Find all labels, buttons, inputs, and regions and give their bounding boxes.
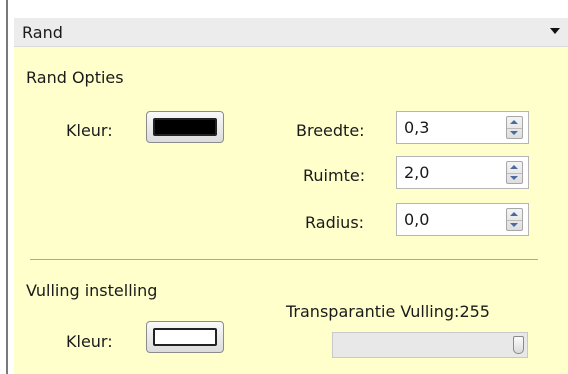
- ruimte-spin-buttons: [506, 161, 523, 184]
- breedte-value: 0,3: [404, 118, 430, 137]
- rand-panel-header[interactable]: Rand: [14, 18, 568, 47]
- spin-up-icon: [510, 212, 518, 216]
- ruimte-decrement-button[interactable]: [507, 173, 522, 184]
- rand-opties-title: Rand Opties: [26, 68, 124, 87]
- ruimte-label: Ruimte:: [303, 166, 366, 185]
- radius-value: 0,0: [404, 210, 430, 229]
- collapse-arrow-icon[interactable]: [550, 28, 560, 34]
- vulling-color-button[interactable]: [146, 321, 224, 353]
- spin-up-icon: [510, 120, 518, 124]
- radius-spinbox[interactable]: 0,0: [396, 203, 529, 236]
- radius-spin-buttons: [506, 208, 523, 231]
- panel-title: Rand: [22, 23, 63, 42]
- radius-decrement-button[interactable]: [507, 220, 522, 231]
- rand-color-swatch: [153, 118, 217, 136]
- vulling-kleur-label: Kleur:: [66, 332, 113, 351]
- breedte-spinbox[interactable]: 0,3: [396, 111, 529, 144]
- transparantie-slider[interactable]: [332, 332, 528, 358]
- breedte-label: Breedte:: [296, 121, 365, 140]
- vulling-instelling-title: Vulling instelling: [26, 281, 158, 300]
- section-divider: [30, 259, 538, 260]
- spin-down-icon: [510, 131, 518, 135]
- ruimte-value: 2,0: [404, 163, 430, 182]
- slider-thumb[interactable]: [513, 336, 524, 354]
- spin-down-icon: [510, 223, 518, 227]
- spin-up-icon: [510, 165, 518, 169]
- ruimte-spinbox[interactable]: 2,0: [396, 156, 529, 189]
- radius-label: Radius:: [305, 213, 365, 232]
- transparantie-value: 255: [459, 302, 490, 321]
- rand-panel: Rand Rand Opties Kleur: Breedte: 0,3 Rui…: [14, 18, 568, 374]
- rand-color-button[interactable]: [146, 111, 224, 143]
- breedte-spin-buttons: [506, 116, 523, 139]
- left-border-line: [6, 0, 8, 374]
- vulling-color-swatch: [153, 328, 217, 346]
- spin-down-icon: [510, 176, 518, 180]
- breedte-decrement-button[interactable]: [507, 128, 522, 139]
- transparantie-vulling-label: Transparantie Vulling:255: [286, 302, 490, 321]
- transparantie-label-text: Transparantie Vulling:: [286, 302, 460, 321]
- rand-kleur-label: Kleur:: [66, 121, 113, 140]
